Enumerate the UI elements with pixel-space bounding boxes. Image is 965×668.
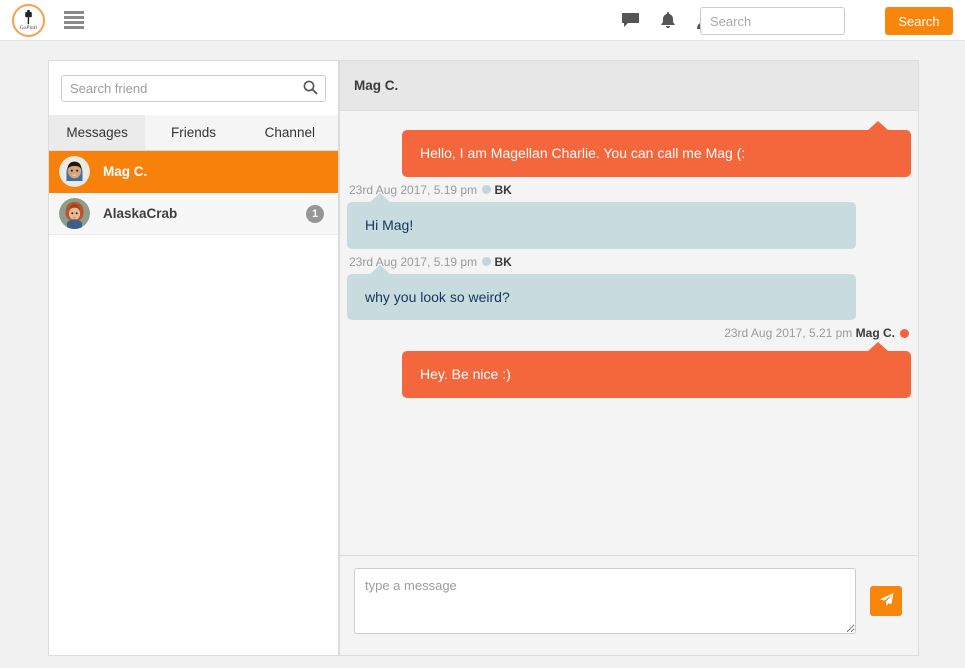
send-paper-plane-icon <box>879 592 894 610</box>
chat-header-title: Mag C. <box>340 61 918 111</box>
message-author: Mag C. <box>855 326 895 341</box>
hamburger-bar <box>64 26 84 29</box>
brand-logo[interactable]: GoPinIt <box>12 4 45 37</box>
message-bubble-outgoing: Hey. Be nice :) <box>402 342 911 399</box>
bell-icon[interactable] <box>661 12 675 29</box>
status-dot-icon <box>482 185 492 195</box>
search-friend-input[interactable] <box>61 75 326 102</box>
search-icon[interactable] <box>303 80 318 100</box>
message-input[interactable] <box>354 568 856 634</box>
friends-sidebar: Messages Friends Channel Mag C. <box>48 60 339 656</box>
top-navbar: GoPinIt Search <box>0 0 965 41</box>
tab-channel[interactable]: Channel <box>241 115 338 150</box>
pin-icon <box>23 10 34 27</box>
sidebar-search-wrapper <box>49 61 338 102</box>
friend-list-item[interactable]: AlaskaCrab 1 <box>49 193 338 235</box>
message-composer <box>340 555 918 655</box>
message-meta: 23rd Aug 2017, 5.21 pm Mag C. <box>347 322 911 342</box>
hamburger-menu-icon[interactable] <box>64 11 84 29</box>
tab-friends[interactable]: Friends <box>145 115 242 150</box>
message-meta: 23rd Aug 2017, 5.19 pm BK <box>347 251 911 271</box>
hamburger-bar <box>64 21 84 24</box>
chat-panel: Mag C. Hello, I am Magellan Charlie. You… <box>339 60 919 656</box>
status-dot-icon <box>482 256 492 266</box>
friend-list-item[interactable]: Mag C. <box>49 151 338 193</box>
friend-name: AlaskaCrab <box>103 206 178 221</box>
navbar-icon-group <box>622 0 711 41</box>
hamburger-bar <box>64 16 84 19</box>
navbar-search-button[interactable]: Search <box>885 7 953 35</box>
message-meta: 23rd Aug 2017, 5.19 pm BK <box>347 179 911 199</box>
message-author: BK <box>494 254 512 269</box>
friend-list: Mag C. AlaskaCrab 1 <box>49 151 338 235</box>
avatar <box>59 198 90 229</box>
comment-icon[interactable] <box>622 13 639 28</box>
tab-messages[interactable]: Messages <box>49 115 146 150</box>
send-button[interactable] <box>870 586 902 616</box>
message-timestamp: 23rd Aug 2017, 5.21 pm <box>724 326 853 341</box>
hamburger-bar <box>64 11 84 14</box>
status-dot-icon <box>900 328 909 338</box>
sidebar-tabs: Messages Friends Channel <box>49 115 338 151</box>
brand-text: GoPinIt <box>19 26 38 31</box>
avatar <box>59 156 90 187</box>
unread-badge: 1 <box>306 205 324 223</box>
friend-name: Mag C. <box>103 164 148 179</box>
message-author: BK <box>494 182 512 197</box>
message-list: Hello, I am Magellan Charlie. You can ca… <box>340 111 918 555</box>
message-bubble-incoming: Hi Mag! <box>347 192 856 249</box>
navbar-search-input[interactable] <box>700 7 845 35</box>
message-bubble-incoming: why you look so weird? <box>347 264 856 321</box>
message-bubble-outgoing: Hello, I am Magellan Charlie. You can ca… <box>402 121 911 177</box>
